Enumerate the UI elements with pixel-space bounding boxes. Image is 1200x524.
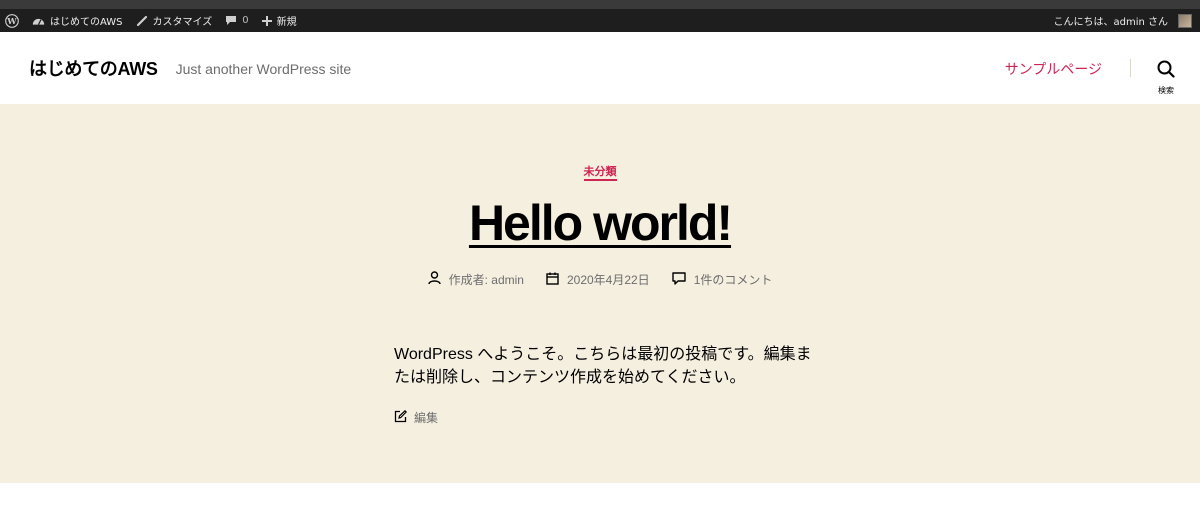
edit-icon xyxy=(394,409,408,426)
post-comments-link[interactable]: 1件のコメント xyxy=(694,271,773,288)
adminbar-my-account[interactable]: こんにちは、admin さん xyxy=(1053,13,1192,28)
adminbar-comment-count: 0 xyxy=(242,15,249,26)
post-comments: 1件のコメント xyxy=(671,271,773,288)
edit-post-link[interactable]: 編集 xyxy=(394,409,438,426)
menu-item-sample-page[interactable]: サンプルページ xyxy=(1005,59,1102,79)
search-label: 検索 xyxy=(1158,86,1174,95)
wp-logo-menu[interactable]: W xyxy=(5,13,19,28)
adminbar-greeting: こんにちは、admin さん xyxy=(1053,17,1168,28)
post-hero: 未分類 Hello world! 作成者: admin 2020年4月22日 1… xyxy=(0,104,1200,483)
adminbar-customize[interactable]: カスタマイズ xyxy=(136,13,213,28)
site-title[interactable]: はじめてのAWS xyxy=(29,55,158,81)
svg-text:W: W xyxy=(6,16,17,26)
search-icon xyxy=(1157,60,1175,82)
calendar-icon xyxy=(546,272,559,288)
post-content: WordPress へようこそ。こちらは最初の投稿です。編集または削除し、コンテ… xyxy=(394,346,812,386)
user-icon xyxy=(427,271,441,288)
header-divider xyxy=(1130,59,1131,77)
post-meta: 作成者: admin 2020年4月22日 1件のコメント xyxy=(0,271,1200,288)
comment-bubble-icon xyxy=(225,15,237,26)
post-date-link[interactable]: 2020年4月22日 xyxy=(567,271,650,288)
post-date: 2020年4月22日 xyxy=(546,271,650,288)
adminbar-new-content[interactable]: 新規 xyxy=(261,13,297,28)
adminbar-site-name[interactable]: はじめてのAWS xyxy=(32,13,123,28)
edit-label: 編集 xyxy=(414,411,439,425)
adminbar-site-name-label: はじめてのAWS xyxy=(50,17,123,28)
site-description: Just another WordPress site xyxy=(175,61,352,77)
site-header: はじめてのAWS Just another WordPress site サンプ… xyxy=(0,32,1200,104)
adminbar-new-label: 新規 xyxy=(276,17,297,28)
post-category: 未分類 xyxy=(0,160,1200,181)
plus-icon xyxy=(261,15,272,26)
adminbar-customize-label: カスタマイズ xyxy=(152,17,213,28)
category-link[interactable]: 未分類 xyxy=(583,166,617,181)
post-title: Hello world! xyxy=(0,194,1200,252)
post-author: 作成者: admin xyxy=(427,271,524,288)
dashboard-icon xyxy=(32,15,45,26)
post-title-link[interactable]: Hello world! xyxy=(469,195,733,251)
admin-bar: W はじめてのAWS カスタマイズ 0 新規 こんにちは、admin さん xyxy=(0,9,1200,32)
comment-icon xyxy=(671,271,686,288)
browser-bookmark-strip xyxy=(0,0,1200,9)
brush-icon xyxy=(136,15,148,27)
avatar xyxy=(1178,13,1192,28)
page-below-post xyxy=(0,483,1200,524)
search-toggle-button[interactable]: 検索 xyxy=(1154,60,1178,96)
wordpress-icon: W xyxy=(5,13,19,28)
post-author-link[interactable]: 作成者: admin xyxy=(449,271,524,288)
adminbar-comments[interactable]: 0 xyxy=(225,15,249,26)
